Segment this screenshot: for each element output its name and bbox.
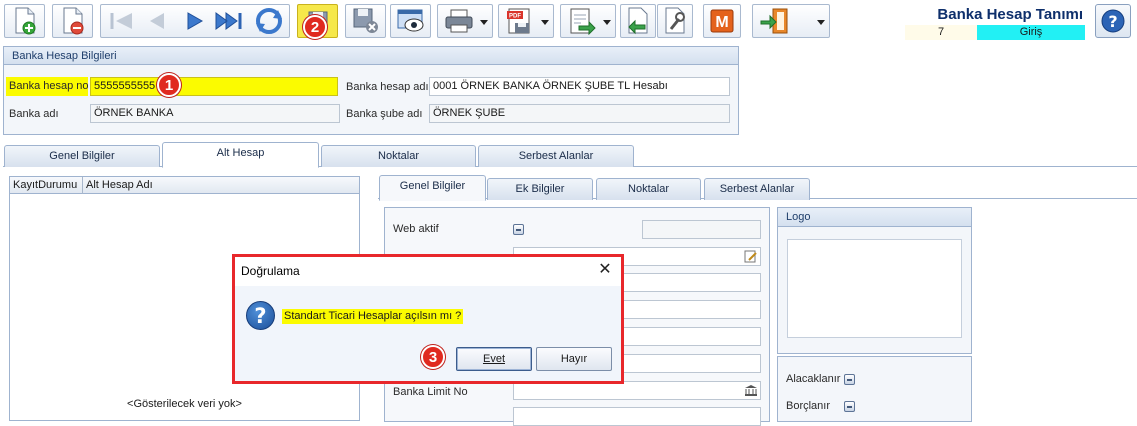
- record-number: 7: [905, 25, 977, 40]
- pdf-icon: PDF: [507, 8, 530, 34]
- grid-header: KayıtDurumu Alt Hesap Adı: [10, 177, 359, 194]
- close-icon[interactable]: ✕: [597, 262, 613, 278]
- edit-note-icon[interactable]: [744, 250, 758, 263]
- web-active-label: Web aktif: [393, 223, 439, 235]
- new-record-button[interactable]: [4, 4, 45, 38]
- m-module-button[interactable]: M: [703, 4, 741, 38]
- save-cancel-icon: [353, 8, 378, 33]
- web-active-extra-field: [642, 220, 761, 239]
- preview-icon: [397, 9, 423, 32]
- account-name-field[interactable]: 0001 ÖRNEK BANKA ÖRNEK ŞUBE TL Hesabı: [429, 77, 730, 96]
- callout-2: 2: [303, 15, 327, 39]
- yes-button-label: Evet: [482, 353, 505, 365]
- refresh-icon[interactable]: [252, 6, 286, 39]
- chevron-down-icon: [480, 20, 488, 25]
- new-document-icon: [15, 7, 35, 35]
- bank-name-field: ÖRNEK BANKA: [90, 104, 340, 123]
- previous-record-icon[interactable]: [142, 10, 172, 35]
- import-icon: [628, 7, 648, 35]
- logo-image-area[interactable]: [787, 239, 962, 338]
- form-field-8[interactable]: [513, 407, 761, 426]
- branch-name-field: ÖRNEK ŞUBE: [429, 104, 730, 123]
- tab-free-fields[interactable]: Serbest Alanlar: [478, 145, 634, 167]
- subtab-free-fields[interactable]: Serbest Alanlar: [704, 178, 810, 200]
- web-active-toggle[interactable]: [513, 224, 524, 235]
- svg-text:?: ?: [1108, 12, 1117, 31]
- account-no-field[interactable]: 5555555555: [90, 77, 338, 96]
- record-mode: Giriş: [977, 25, 1085, 40]
- m-letter-icon: M: [710, 9, 734, 33]
- debits-toggle[interactable]: [844, 401, 855, 412]
- pdf-dropdown[interactable]: PDF: [498, 4, 554, 38]
- grid-empty-text: <Gösterilecek veri yok>: [127, 398, 242, 410]
- column-header-name[interactable]: Alt Hesap Adı: [83, 177, 359, 194]
- preview-button[interactable]: [390, 4, 431, 38]
- help-icon: ?: [1101, 9, 1125, 33]
- panel-title: Banka Hesap Bilgileri: [4, 47, 738, 65]
- subtab-general[interactable]: Genel Bilgiler: [379, 175, 486, 201]
- subtab-extra[interactable]: Ek Bilgiler: [487, 178, 593, 200]
- receivables-toggle[interactable]: [844, 374, 855, 385]
- chevron-down-icon: [541, 20, 549, 25]
- wrench-icon: [665, 7, 685, 34]
- no-button-label: Hayır: [560, 353, 588, 365]
- tab-general[interactable]: Genel Bilgiler: [4, 145, 160, 167]
- limit-no-label: Banka Limit No: [393, 386, 468, 398]
- bank-icon[interactable]: [744, 384, 758, 397]
- tab-points[interactable]: Noktalar: [321, 145, 476, 167]
- print-dropdown[interactable]: [437, 4, 493, 38]
- account-no-label: Banka hesap no: [6, 77, 89, 96]
- dialog-title: Doğrulama: [235, 257, 621, 286]
- toolbar: 2 PDF M Banka Hesap Tanımı 7 Giriş ?: [0, 0, 1137, 42]
- delete-document-icon: [63, 7, 83, 35]
- chevron-down-icon: [817, 20, 825, 25]
- debits-label: Borçlanır: [786, 400, 831, 412]
- subtab-points[interactable]: Noktalar: [596, 178, 701, 200]
- column-header-status[interactable]: KayıtDurumu: [10, 177, 83, 194]
- tools-button[interactable]: [657, 4, 693, 38]
- exit-door-icon: [760, 8, 788, 34]
- receivables-label: Alacaklanır: [786, 373, 841, 385]
- callout-3: 3: [421, 345, 445, 369]
- callout-1: 1: [157, 73, 181, 97]
- svg-text:M: M: [715, 14, 728, 31]
- no-button[interactable]: Hayır: [536, 347, 612, 371]
- account-name-label: Banka hesap adı: [346, 81, 429, 93]
- bank-name-label: Banka adı: [9, 108, 59, 120]
- delete-record-button[interactable]: [52, 4, 93, 38]
- printer-icon: [445, 9, 473, 33]
- import-button[interactable]: [620, 4, 656, 38]
- account-options-panel: [777, 356, 972, 422]
- question-icon: ?: [246, 301, 275, 330]
- export-dropdown[interactable]: [560, 4, 616, 38]
- help-button[interactable]: ?: [1095, 4, 1131, 38]
- tab-sub-account[interactable]: Alt Hesap: [162, 142, 319, 168]
- next-record-icon[interactable]: [180, 10, 210, 35]
- save-cancel-button[interactable]: [345, 4, 386, 38]
- window-title: Banka Hesap Tanımı: [937, 6, 1083, 23]
- last-record-icon[interactable]: [212, 10, 248, 35]
- exit-dropdown[interactable]: [752, 4, 830, 38]
- svg-text:PDF: PDF: [509, 14, 521, 20]
- first-record-icon[interactable]: [104, 10, 138, 35]
- dialog-message: Standart Ticari Hesaplar açılsın mı ?: [282, 309, 464, 324]
- logo-title: Logo: [778, 208, 971, 227]
- branch-name-label: Banka şube adı: [346, 108, 423, 120]
- chevron-down-icon: [603, 20, 611, 25]
- yes-button[interactable]: Evet: [456, 347, 532, 371]
- export-icon: [570, 8, 596, 35]
- logo-panel: Logo: [777, 207, 972, 354]
